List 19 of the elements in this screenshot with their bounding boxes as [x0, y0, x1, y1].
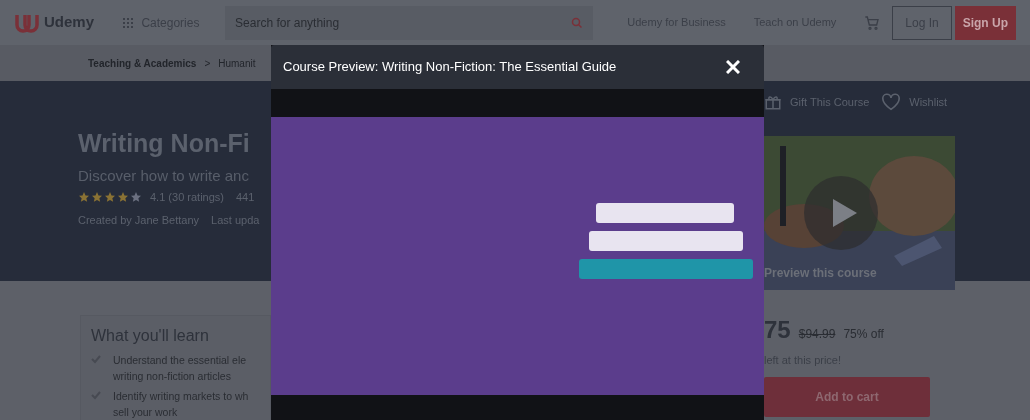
star-icon	[78, 191, 90, 204]
play-icon[interactable]	[804, 176, 878, 250]
gift-icon	[764, 93, 782, 111]
breadcrumb-link[interactable]: Teaching & Academics	[88, 55, 197, 71]
add-to-cart-button[interactable]: Add to cart	[764, 376, 930, 417]
modal-title: Course Preview: Writing Non-Fiction: The Essential Guide	[283, 58, 617, 77]
grid-icon	[123, 17, 134, 28]
star-icon	[104, 191, 116, 204]
star-icon	[130, 191, 142, 204]
close-button[interactable]	[726, 60, 740, 74]
close-icon	[726, 60, 740, 74]
star-icon	[117, 191, 129, 204]
breadcrumb-link[interactable]: Humanit	[218, 55, 256, 71]
heart-icon	[881, 93, 902, 111]
signup-button[interactable]: Sign Up	[954, 5, 1016, 40]
breadcrumb-separator: >	[204, 56, 211, 71]
search-icon	[571, 16, 584, 29]
star-icon	[91, 191, 103, 204]
cart-icon[interactable]	[864, 14, 881, 31]
